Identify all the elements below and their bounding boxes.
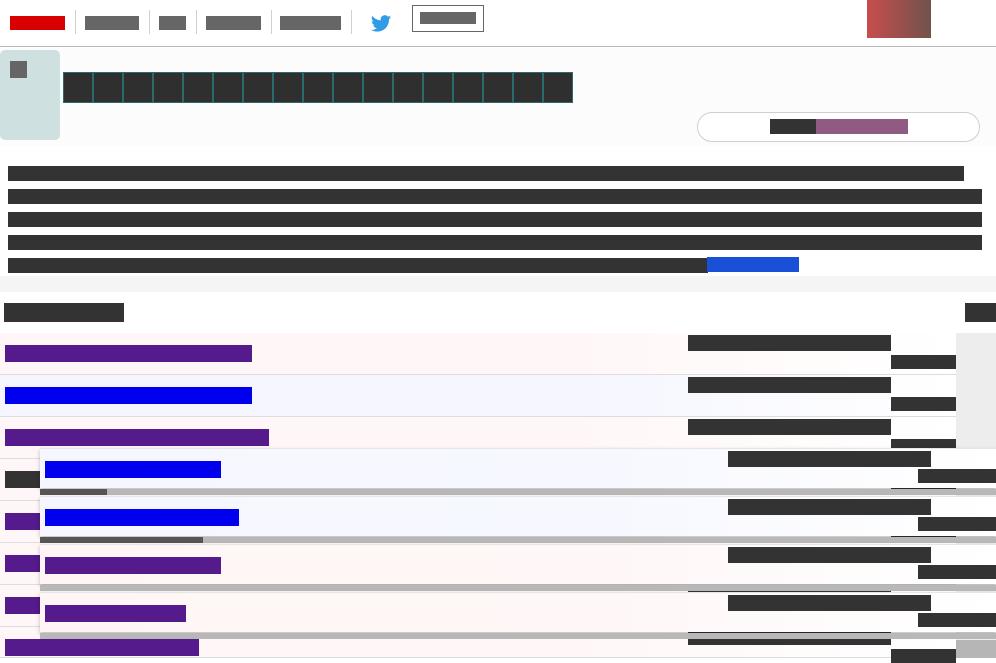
floating-result-card[interactable] (40, 496, 996, 536)
description-line (8, 166, 964, 181)
title-block (393, 72, 423, 103)
floating-result-progress-fill (40, 537, 203, 543)
description (0, 147, 996, 275)
floating-result-card[interactable] (40, 592, 996, 632)
nav-item-radio[interactable] (206, 16, 261, 30)
page-title (63, 72, 573, 103)
list-item-link[interactable] (5, 387, 252, 404)
list-item[interactable] (0, 333, 956, 375)
title-block (213, 72, 243, 103)
title-block (483, 72, 513, 103)
floating-result-card[interactable] (40, 448, 996, 488)
title-block (333, 72, 363, 103)
title-block (153, 72, 183, 103)
floating-result-meta (728, 499, 931, 515)
list-item-date (891, 397, 956, 411)
description-line (8, 235, 982, 250)
account-banner[interactable] (867, 0, 931, 38)
title-block (123, 72, 153, 103)
floating-result-link[interactable] (45, 509, 239, 526)
subscribe-pill-label (770, 119, 816, 134)
list-item-date (891, 355, 956, 369)
subscribe-pill-accent (816, 119, 908, 134)
scrollbar-thumb[interactable] (956, 640, 996, 658)
floating-result-progress-fill (40, 489, 107, 495)
nav-item-more[interactable] (280, 16, 341, 30)
nav-separator (149, 10, 150, 34)
thumbnail-icon (10, 61, 27, 78)
floating-result-meta (728, 595, 931, 611)
list-item-link[interactable] (5, 639, 199, 656)
list-item-link[interactable] (5, 345, 252, 362)
floating-result-progress (40, 633, 996, 639)
list-item-meta (688, 377, 891, 393)
floating-result-link[interactable] (45, 605, 186, 622)
floating-result-link[interactable] (45, 461, 221, 478)
description-line (8, 189, 982, 204)
title-block (453, 72, 483, 103)
nav-separator (75, 10, 76, 34)
floating-result-date (918, 565, 996, 579)
floating-result-meta (728, 547, 931, 563)
title-block (303, 72, 333, 103)
description-line (8, 258, 708, 273)
list-item-link[interactable] (5, 429, 269, 446)
list-item[interactable] (0, 375, 956, 417)
description-line (8, 212, 982, 227)
section-more-tab[interactable] (965, 303, 996, 322)
nav-item-news[interactable] (85, 16, 139, 30)
title-block (183, 72, 213, 103)
title-block (243, 72, 273, 103)
floating-result-progress (40, 489, 996, 495)
list-item-meta (688, 419, 891, 435)
title-block (543, 72, 573, 103)
floating-result-date (918, 613, 996, 627)
floating-result-date (918, 469, 996, 483)
title-block (513, 72, 543, 103)
floating-result-progress (40, 585, 996, 591)
nav-separator (351, 10, 352, 34)
nav-item-home[interactable] (10, 16, 65, 30)
floating-result-link[interactable] (45, 557, 221, 574)
twitter-bird-icon[interactable] (368, 13, 394, 35)
nav-item-tv[interactable] (159, 16, 186, 30)
page-thumbnail (0, 50, 60, 140)
title-block (63, 72, 93, 103)
title-block (363, 72, 393, 103)
title-block (273, 72, 303, 103)
floating-result-date (918, 517, 996, 531)
top-navigation (0, 0, 996, 47)
section-title (4, 303, 124, 322)
top-action-label (420, 12, 476, 24)
floating-result-progress (40, 537, 996, 543)
read-more-link[interactable] (707, 257, 799, 272)
title-block (93, 72, 123, 103)
floating-result-card[interactable] (40, 544, 996, 584)
top-action-button[interactable] (412, 5, 484, 32)
list-item-meta (688, 335, 891, 351)
nav-separator (271, 10, 272, 34)
nav-separator (196, 10, 197, 34)
list-item-date (891, 649, 956, 663)
floating-result-meta (728, 451, 931, 467)
list-header-band (0, 276, 996, 292)
title-block (423, 72, 453, 103)
